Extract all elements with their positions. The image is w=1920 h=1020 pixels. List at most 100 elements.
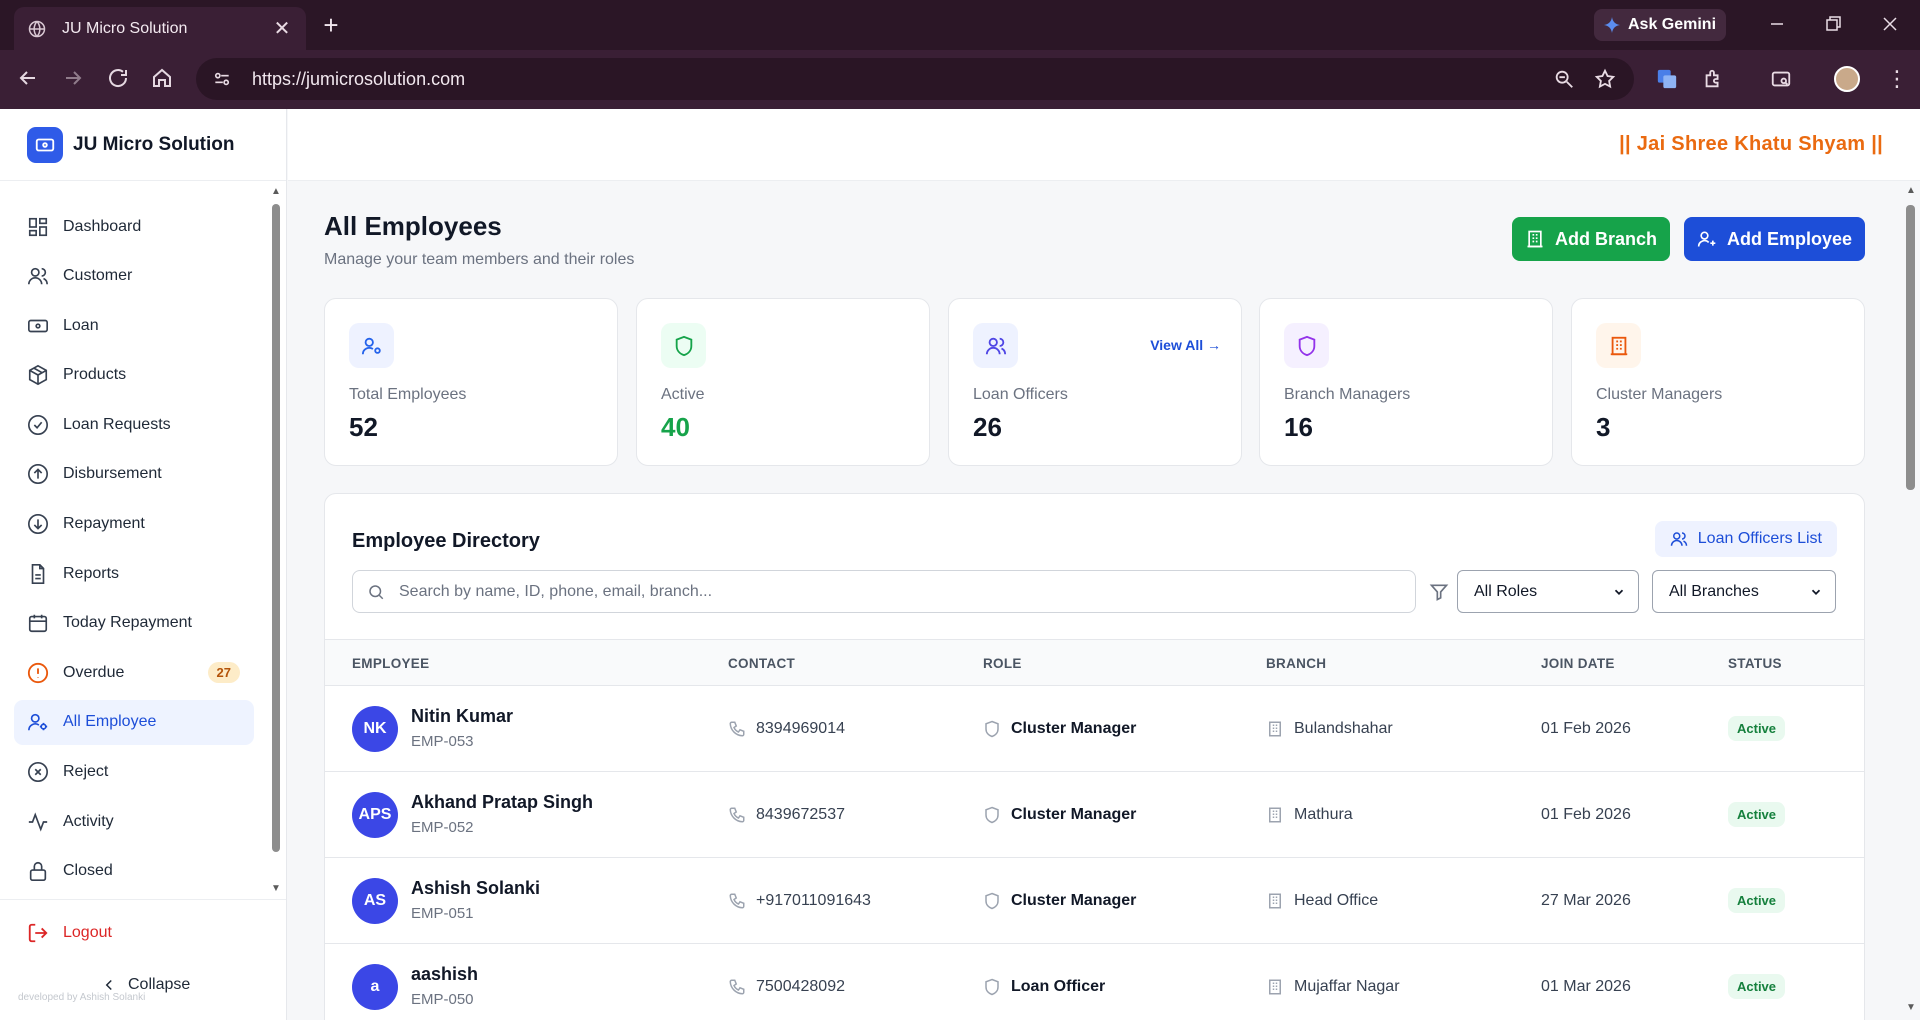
page-scrollbar[interactable] bbox=[1906, 205, 1915, 490]
restore-icon[interactable] bbox=[1821, 12, 1845, 36]
sidebar-item-repayment[interactable]: Repayment bbox=[14, 502, 254, 547]
arrow-up-circle-icon bbox=[28, 464, 48, 485]
dashboard-icon bbox=[28, 217, 48, 236]
search-input[interactable] bbox=[399, 582, 1379, 601]
bookmark-star-icon[interactable] bbox=[1594, 68, 1616, 90]
roles-select[interactable]: All Roles bbox=[1457, 570, 1639, 613]
overdue-count-badge: 27 bbox=[207, 662, 240, 684]
avatar: APS bbox=[352, 792, 398, 838]
logout-button[interactable]: Logout bbox=[27, 922, 112, 944]
user-plus-icon bbox=[1697, 231, 1716, 247]
loan-officers-list-button[interactable]: Loan Officers List bbox=[1654, 521, 1837, 557]
sidebar-scroll-up[interactable]: ▲ bbox=[270, 187, 282, 197]
page-scroll-down[interactable]: ▼ bbox=[1905, 1003, 1917, 1013]
column-header: JOIN DATE bbox=[1541, 656, 1615, 671]
ask-gemini-button[interactable]: Ask Gemini bbox=[1594, 9, 1726, 41]
phone-number: +917011091643 bbox=[756, 892, 871, 909]
close-window-icon[interactable] bbox=[1878, 12, 1902, 36]
extensions-icon[interactable] bbox=[1702, 68, 1724, 90]
sidebar-item-label: Activity bbox=[63, 812, 114, 830]
brand-name: JU Micro Solution bbox=[73, 133, 235, 155]
sidebar-item-reject[interactable]: Reject bbox=[14, 750, 254, 795]
sidebar-scroll-down[interactable]: ▼ bbox=[270, 884, 282, 894]
check-circle-icon bbox=[28, 414, 48, 435]
minimize-icon[interactable] bbox=[1765, 12, 1789, 36]
table-row[interactable]: a aashish EMP-050 7500428092 Loan Office… bbox=[325, 944, 1864, 1020]
sidebar-item-overdue[interactable]: Overdue 27 bbox=[14, 650, 254, 695]
add-employee-button[interactable]: Add Employee bbox=[1684, 217, 1865, 261]
stat-card-total-employees: Total Employees 52 bbox=[324, 298, 618, 466]
stat-label: Branch Managers bbox=[1284, 386, 1411, 403]
branch-cell: Bulandshahar bbox=[1266, 720, 1393, 738]
home-icon[interactable] bbox=[150, 66, 174, 90]
new-tab-button[interactable]: + bbox=[318, 12, 344, 38]
browser-menu-icon[interactable]: ⋮ bbox=[1886, 66, 1908, 92]
contact-cell: 8439672537 bbox=[728, 806, 845, 824]
sidebar-item-dashboard[interactable]: Dashboard bbox=[14, 204, 254, 249]
sidebar-item-today-repayment[interactable]: Today Repayment bbox=[14, 601, 254, 646]
column-header: CONTACT bbox=[728, 656, 796, 671]
back-icon[interactable] bbox=[16, 66, 40, 90]
translate-extension-icon[interactable] bbox=[1656, 68, 1678, 90]
browser-tab[interactable]: JU Micro Solution ✕ bbox=[14, 7, 306, 50]
forward-icon[interactable] bbox=[61, 66, 85, 90]
sidebar-item-label: Loan bbox=[63, 316, 99, 334]
stat-label: Total Employees bbox=[349, 386, 467, 403]
stat-label: Active bbox=[661, 386, 705, 403]
sidebar-item-disbursement[interactable]: Disbursement bbox=[14, 452, 254, 497]
employee-id: EMP-050 bbox=[411, 991, 474, 1008]
sidebar-item-label: Loan Requests bbox=[63, 415, 171, 433]
site-info-icon[interactable] bbox=[212, 69, 232, 89]
add-branch-button[interactable]: Add Branch bbox=[1512, 217, 1670, 261]
zoom-icon[interactable] bbox=[1553, 68, 1575, 90]
sidebar-scrollbar[interactable] bbox=[272, 204, 280, 852]
column-header: BRANCH bbox=[1266, 656, 1327, 671]
brand-logo-icon bbox=[27, 126, 63, 163]
sidebar-item-all-employee[interactable]: All Employee bbox=[14, 699, 254, 745]
sidebar-item-label: Overdue bbox=[63, 663, 125, 681]
users-icon bbox=[28, 267, 48, 285]
table-row[interactable]: NK Nitin Kumar EMP-053 8394969014 Cluste… bbox=[325, 686, 1864, 772]
profile-avatar[interactable] bbox=[1834, 66, 1860, 92]
sidebar-item-label: All Employee bbox=[63, 713, 157, 731]
sidebar-item-reports[interactable]: Reports bbox=[14, 551, 254, 596]
sidebar-item-activity[interactable]: Activity bbox=[14, 799, 254, 844]
tab-search-icon[interactable] bbox=[1770, 68, 1792, 90]
user-cog-icon bbox=[349, 323, 394, 368]
stat-label: Loan Officers bbox=[973, 386, 1068, 403]
directory-title: Employee Directory bbox=[352, 530, 540, 552]
sidebar-item-products[interactable]: Products bbox=[14, 353, 254, 398]
building-icon bbox=[1596, 323, 1641, 368]
add-branch-label: Add Branch bbox=[1554, 228, 1657, 249]
sidebar-item-customer[interactable]: Customer bbox=[14, 254, 254, 299]
url-text[interactable]: https://jumicrosolution.com bbox=[252, 69, 465, 90]
sidebar: JU Micro Solution Dashboard Customer Loa… bbox=[0, 109, 287, 1020]
employee-id: EMP-052 bbox=[411, 819, 474, 836]
role-label: Cluster Manager bbox=[1011, 892, 1137, 909]
close-tab-icon[interactable]: ✕ bbox=[272, 19, 292, 39]
sidebar-item-closed[interactable]: Closed bbox=[14, 849, 254, 894]
join-date: 01 Feb 2026 bbox=[1541, 720, 1631, 737]
address-bar[interactable]: https://jumicrosolution.com bbox=[196, 58, 1634, 100]
stat-card-cluster-managers: Cluster Managers 3 bbox=[1571, 298, 1865, 466]
brand[interactable]: JU Micro Solution bbox=[0, 109, 286, 181]
sidebar-item-loan-requests[interactable]: Loan Requests bbox=[14, 402, 254, 447]
tab-title: JU Micro Solution bbox=[62, 19, 188, 37]
contact-cell: +917011091643 bbox=[728, 892, 871, 910]
chevron-down-icon bbox=[1811, 589, 1821, 595]
stat-label: Cluster Managers bbox=[1596, 386, 1723, 403]
branches-select[interactable]: All Branches bbox=[1652, 570, 1836, 613]
reload-icon[interactable] bbox=[106, 66, 130, 90]
sidebar-item-label: Today Repayment bbox=[63, 614, 192, 632]
developer-credit: developed by Ashish Solanki bbox=[18, 992, 146, 1003]
search-box[interactable] bbox=[352, 570, 1416, 613]
phone-icon bbox=[729, 721, 745, 737]
page-scroll-up[interactable]: ▲ bbox=[1905, 186, 1917, 196]
header-slogan: || Jai Shree Khatu Shyam || bbox=[1619, 133, 1883, 155]
view-all-link[interactable]: View All → bbox=[1150, 337, 1221, 353]
sidebar-item-loan[interactable]: Loan bbox=[14, 303, 254, 348]
join-date: 01 Mar 2026 bbox=[1541, 978, 1631, 995]
table-row[interactable]: APS Akhand Pratap Singh EMP-052 84396725… bbox=[325, 772, 1864, 858]
table-row[interactable]: AS Ashish Solanki EMP-051 +917011091643 … bbox=[325, 858, 1864, 944]
employee-id: EMP-051 bbox=[411, 905, 474, 922]
